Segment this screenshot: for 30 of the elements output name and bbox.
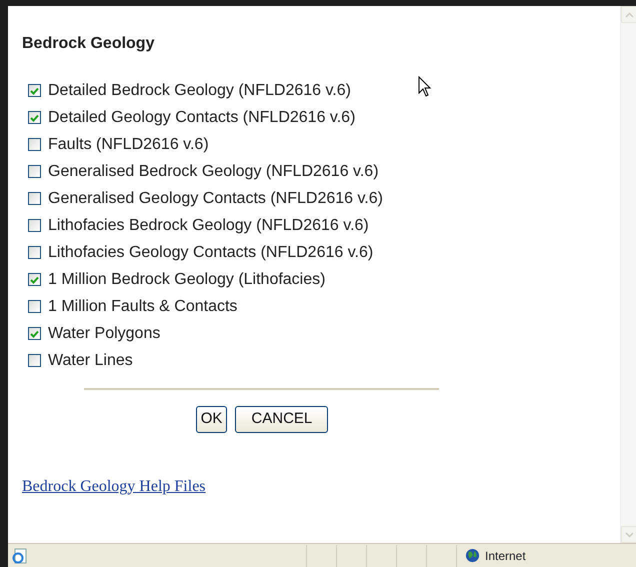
- layer-label: Generalised Geology Contacts (NFLD2616 v.6): [48, 188, 383, 208]
- checkbox[interactable]: [28, 354, 41, 367]
- checkbox[interactable]: [28, 219, 41, 232]
- layer-label: 1 Million Faults & Contacts: [48, 296, 238, 316]
- layer-label: 1 Million Bedrock Geology (Lithofacies): [48, 270, 326, 290]
- dialog-title: Bedrock Geology: [22, 34, 156, 54]
- checkbox[interactable]: [28, 84, 41, 97]
- help-link[interactable]: Bedrock Geology Help Files: [22, 474, 206, 498]
- globe-icon: [465, 548, 480, 563]
- layer-label: Lithofacies Bedrock Geology (NFLD2616 v.6): [48, 216, 369, 236]
- checkbox[interactable]: [28, 165, 41, 178]
- checkbox[interactable]: [28, 300, 41, 313]
- checkbox[interactable]: [28, 111, 41, 124]
- layer-label: Detailed Bedrock Geology (NFLD2616 v.6): [48, 80, 351, 100]
- checkbox[interactable]: [28, 246, 41, 259]
- page-icon: [12, 548, 28, 564]
- checkbox[interactable]: [28, 192, 41, 205]
- layer-label: Lithofacies Geology Contacts (NFLD2616 v.6): [48, 242, 374, 262]
- layer-label: Detailed Geology Contacts (NFLD2616 v.6): [48, 108, 356, 128]
- checkbox[interactable]: [28, 327, 41, 340]
- layer-label: Water Polygons: [48, 324, 160, 344]
- checkbox[interactable]: [28, 138, 41, 151]
- cancel-button[interactable]: CANCEL: [235, 406, 328, 432]
- layer-label: Faults (NFLD2616 v.6): [48, 134, 209, 154]
- ok-button[interactable]: OK: [196, 406, 228, 432]
- layer-label: Generalised Bedrock Geology (NFLD2616 v.6): [48, 162, 379, 182]
- zone-label: Internet: [485, 548, 526, 564]
- checkbox[interactable]: [28, 273, 41, 286]
- cursor-icon: [418, 76, 432, 98]
- layer-label: Water Lines: [48, 350, 133, 370]
